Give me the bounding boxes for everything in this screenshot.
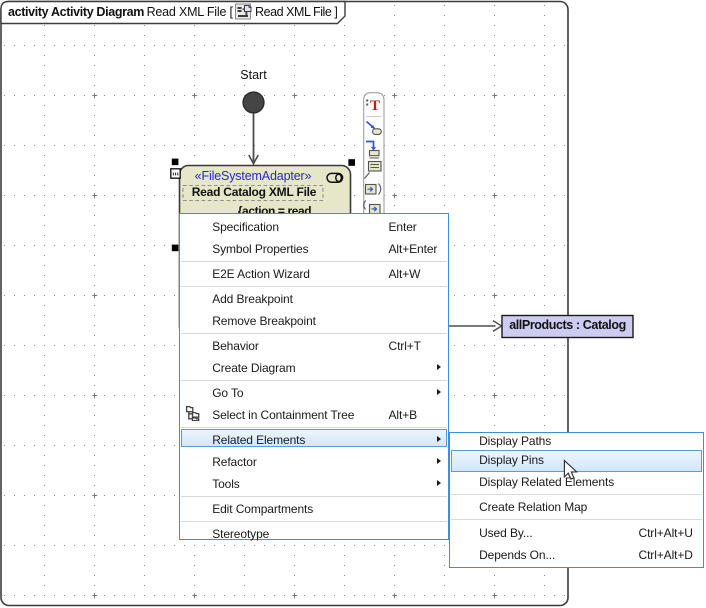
- svg-text:T: T: [370, 98, 380, 114]
